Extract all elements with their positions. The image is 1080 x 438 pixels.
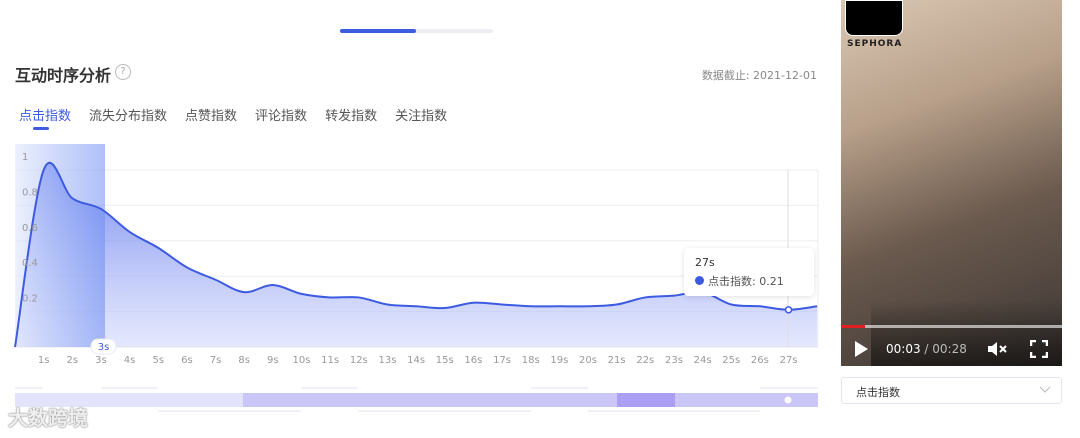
x-tick-label: 16s bbox=[464, 355, 482, 366]
metric-tabs: 点击指数 流失分布指数 点赞指数 评论指数 转发指数 关注指数 bbox=[19, 105, 447, 130]
video-player[interactable]: SEPHORA 00:03 / 00:28 bbox=[841, 0, 1062, 366]
navigator-segment bbox=[617, 393, 675, 407]
x-tick-label: 3s bbox=[95, 355, 107, 366]
x-tick-label: 8s bbox=[238, 355, 250, 366]
play-icon[interactable] bbox=[853, 340, 869, 358]
watermark-logo: 大数跨境 bbox=[8, 406, 88, 430]
carousel-indicator-thumb[interactable] bbox=[340, 29, 416, 33]
x-tick-label: 1s bbox=[38, 355, 50, 366]
x-tick-label: 7s bbox=[210, 355, 222, 366]
progress-fill bbox=[841, 325, 865, 328]
navigator-handle[interactable] bbox=[784, 396, 792, 404]
x-tick-label: 2s bbox=[67, 355, 79, 366]
x-tick-label: 14s bbox=[407, 355, 425, 366]
x-tick-label: 4s bbox=[124, 355, 136, 366]
chart-tooltip: 27s 点击指数: 0.21 bbox=[684, 248, 814, 296]
y-tick-label: 0.6 bbox=[22, 223, 38, 234]
y-tick-label: 0.8 bbox=[22, 187, 38, 198]
tab-click-index[interactable]: 点击指数 bbox=[19, 105, 71, 130]
x-tick-label: 26s bbox=[751, 355, 769, 366]
metric-select[interactable]: 点击指数 bbox=[841, 377, 1062, 404]
metric-select-value: 点击指数 bbox=[856, 386, 900, 399]
chevron-down-icon bbox=[1039, 386, 1051, 393]
tab-like-index[interactable]: 点赞指数 bbox=[185, 105, 237, 124]
x-tick-label: 11s bbox=[321, 355, 339, 366]
tooltip-value: 点击指数: 0.21 bbox=[708, 275, 784, 288]
x-tick-label: 23s bbox=[665, 355, 683, 366]
x-tick-label: 25s bbox=[722, 355, 740, 366]
duration: 00:28 bbox=[932, 342, 967, 356]
x-tick-label: 10s bbox=[293, 355, 311, 366]
sephora-logo-icon bbox=[845, 0, 903, 36]
range-handle-label: 3s bbox=[98, 342, 110, 353]
x-tick-label: 24s bbox=[694, 355, 712, 366]
y-tick-label: 1 bbox=[22, 152, 28, 163]
tooltip-title: 27s bbox=[695, 256, 715, 269]
series-marker-icon bbox=[695, 276, 704, 285]
tab-churn-index[interactable]: 流失分布指数 bbox=[89, 105, 167, 124]
tab-share-index[interactable]: 转发指数 bbox=[325, 105, 377, 124]
video-time: 00:03 / 00:28 bbox=[886, 342, 967, 356]
x-tick-label: 18s bbox=[522, 355, 540, 366]
x-tick-label: 20s bbox=[579, 355, 597, 366]
hover-point bbox=[784, 306, 793, 314]
tab-follow-index[interactable]: 关注指数 bbox=[395, 105, 447, 124]
fullscreen-icon[interactable] bbox=[1030, 340, 1048, 358]
page-title: 互动时序分析 bbox=[15, 66, 112, 85]
x-tick-label: 6s bbox=[181, 355, 193, 366]
data-cutoff-date: 数据截止: 2021-12-01 bbox=[701, 69, 817, 82]
y-tick-label: 0.4 bbox=[22, 258, 38, 269]
navigator-selection[interactable] bbox=[243, 393, 818, 407]
x-tick-label: 9s bbox=[267, 355, 279, 366]
x-tick-label: 22s bbox=[636, 355, 654, 366]
time-separator: / bbox=[920, 342, 933, 356]
progress-bar[interactable] bbox=[841, 325, 1062, 328]
help-icon[interactable]: ? bbox=[115, 64, 131, 80]
x-tick-label: 21s bbox=[608, 355, 626, 366]
x-tick-label: 13s bbox=[378, 355, 396, 366]
tab-comment-index[interactable]: 评论指数 bbox=[255, 105, 307, 124]
x-tick-label: 5s bbox=[152, 355, 164, 366]
x-tick-label: 19s bbox=[550, 355, 568, 366]
mute-icon[interactable] bbox=[987, 341, 1009, 357]
y-tick-label: 0.2 bbox=[22, 294, 38, 305]
x-tick-label: 15s bbox=[436, 355, 454, 366]
x-tick-label: 27s bbox=[780, 355, 798, 366]
carousel-indicator[interactable] bbox=[340, 29, 493, 33]
current-time: 00:03 bbox=[886, 342, 921, 356]
x-tick-label: 17s bbox=[493, 355, 511, 366]
x-tick-label: 12s bbox=[350, 355, 368, 366]
brand-label: SEPHORA bbox=[847, 39, 903, 49]
